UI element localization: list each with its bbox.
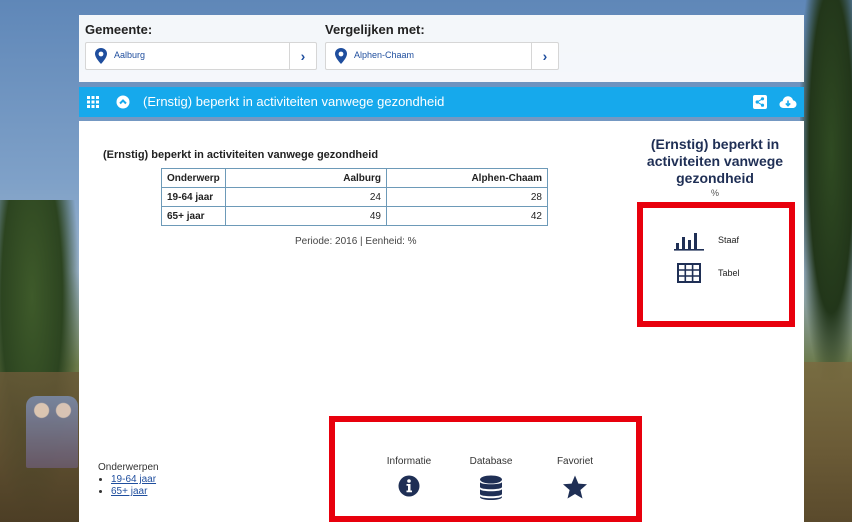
- table-row: 19-64 jaar 24 28: [161, 187, 548, 207]
- side-title-line: gezondheid: [676, 170, 754, 186]
- chevron-up-circle-icon[interactable]: [116, 95, 130, 109]
- background-people-photo: [26, 396, 78, 468]
- view-option-staaf[interactable]: Staaf: [674, 229, 739, 251]
- bar-chart-icon: [674, 233, 704, 251]
- table-icon: [677, 263, 701, 283]
- database-icon: [480, 475, 502, 500]
- gemeente-select[interactable]: Aalburg ›: [85, 42, 317, 70]
- gemeente-value: Aalburg: [114, 50, 146, 60]
- table-header-row: Onderwerp Aalburg Alphen-Chaam: [161, 168, 548, 188]
- star-icon: [563, 475, 587, 499]
- table-title: (Ernstig) beperkt in activiteiten vanweg…: [103, 149, 379, 161]
- onderwerp-link[interactable]: 65+ jaar: [111, 486, 147, 497]
- gemeente-label: Gemeente:: [85, 22, 153, 37]
- grid-menu-icon[interactable]: [87, 96, 99, 108]
- favoriet-label: Favoriet: [556, 456, 594, 467]
- database-label: Database: [469, 456, 513, 467]
- gemeente-next-button[interactable]: ›: [289, 43, 316, 69]
- vergelijken-select[interactable]: Alphen-Chaam ›: [325, 42, 559, 70]
- table-cell: 19-64 jaar: [161, 187, 226, 207]
- informatie-label: Informatie: [386, 456, 432, 467]
- column-header: Alphen-Chaam: [386, 168, 548, 188]
- table-row: 65+ jaar 49 42: [161, 206, 548, 226]
- onderwerp-link[interactable]: 19-64 jaar: [111, 474, 156, 485]
- municipality-selector-panel: Gemeente: Aalburg › Vergelijken met: Alp…: [79, 15, 804, 82]
- info-icon: [398, 475, 420, 497]
- location-pin-icon: [335, 48, 347, 64]
- location-pin-icon: [95, 48, 107, 64]
- view-option-tabel[interactable]: Tabel: [677, 263, 740, 283]
- view-option-label: Staaf: [718, 235, 740, 245]
- database-button[interactable]: Database: [456, 456, 526, 501]
- informatie-button[interactable]: Informatie: [374, 456, 444, 497]
- vergelijken-next-button[interactable]: ›: [531, 43, 558, 69]
- view-option-label: Tabel: [718, 268, 740, 278]
- column-header: Onderwerp: [161, 168, 226, 188]
- side-title-line: activiteiten vanwege: [646, 153, 784, 169]
- side-panel-unit: %: [710, 188, 719, 198]
- table-cell: 49: [225, 206, 387, 226]
- table-cell: 42: [386, 206, 548, 226]
- periode-caption: Periode: 2016 | Eenheid: %: [295, 236, 417, 247]
- favoriet-button[interactable]: Favoriet: [540, 456, 610, 499]
- share-icon[interactable]: [753, 95, 767, 109]
- onderwerpen-heading: Onderwerpen: [98, 462, 159, 473]
- vergelijken-label: Vergelijken met:: [325, 22, 425, 37]
- topic-title-bar: (Ernstig) beperkt in activiteiten vanweg…: [79, 87, 804, 117]
- table-cell: 65+ jaar: [161, 206, 226, 226]
- column-header: Aalburg: [225, 168, 387, 188]
- table-cell: 24: [225, 187, 387, 207]
- vergelijken-value: Alphen-Chaam: [354, 50, 415, 60]
- data-table: Onderwerp Aalburg Alphen-Chaam 19-64 jaa…: [161, 168, 548, 226]
- side-panel-title: (Ernstig) beperkt in activiteiten vanweg…: [635, 136, 795, 187]
- content-card: (Ernstig) beperkt in activiteiten vanweg…: [79, 121, 804, 522]
- onderwerpen-list: Onderwerpen 19-64 jaar 65+ jaar: [98, 462, 159, 498]
- cloud-download-icon[interactable]: [779, 95, 797, 109]
- table-cell: 28: [386, 187, 548, 207]
- side-title-line: (Ernstig) beperkt in: [650, 136, 780, 152]
- list-item: 65+ jaar: [111, 486, 159, 498]
- topic-title: (Ernstig) beperkt in activiteiten vanweg…: [143, 94, 445, 109]
- list-item: 19-64 jaar: [111, 474, 159, 486]
- background-tree-right: [800, 0, 852, 380]
- background-heath-right: [800, 362, 852, 522]
